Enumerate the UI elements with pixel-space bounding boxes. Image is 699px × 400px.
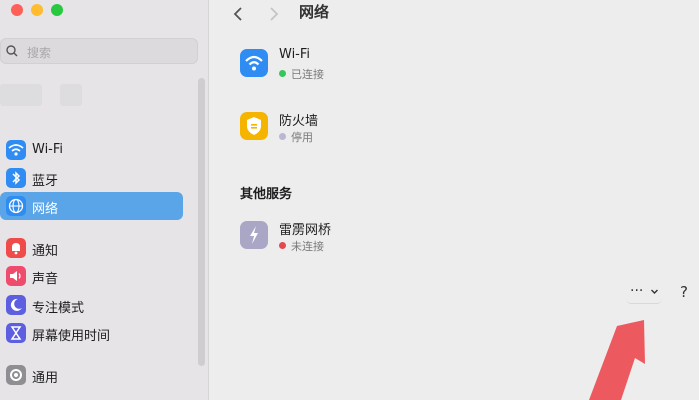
service-name: Wi-Fi (279, 47, 311, 62)
sidebar-item-label: 声音 (32, 272, 59, 287)
sidebar-item-screen-time[interactable]: 屏幕使用时间 (0, 319, 183, 347)
hourglass-icon (6, 323, 26, 343)
bluetooth-icon (6, 168, 26, 188)
zoom-window-button[interactable] (51, 4, 63, 16)
main-content: 网络 Wi-Fi 已连接 防火墙 停用 其他服务 雷雳网桥 未连接 ··· ? (209, 0, 699, 400)
ellipsis-icon: ··· (630, 283, 644, 299)
sidebar-item-focus[interactable]: 专注模式 (0, 291, 183, 319)
sidebar-item-wifi[interactable]: Wi-Fi (0, 136, 183, 164)
service-name: 防火墙 (279, 114, 319, 129)
sidebar-item-label: 通知 (32, 244, 59, 259)
service-name: 雷雳网桥 (279, 223, 332, 238)
chevron-down-icon (651, 289, 658, 294)
page-title: 网络 (299, 3, 330, 21)
wifi-icon (6, 140, 26, 160)
sidebar-item-sound[interactable]: 声音 (0, 262, 183, 290)
service-row-firewall[interactable]: 防火墙 停用 (239, 110, 689, 156)
minimize-window-button[interactable] (31, 4, 43, 16)
sidebar-item-bluetooth[interactable]: 蓝牙 (0, 164, 183, 192)
service-status: 未连接 (291, 240, 324, 253)
service-row-thunderbolt-bridge[interactable]: 雷雳网桥 未连接 (239, 219, 689, 265)
annotation-arrow-icon (589, 320, 645, 400)
gear-icon (6, 365, 26, 385)
sidebar-item-network[interactable]: 网络 (0, 192, 183, 220)
globe-icon (6, 196, 26, 216)
search-icon (6, 45, 18, 57)
forward-chevron-icon[interactable] (267, 2, 281, 26)
close-window-button[interactable] (11, 4, 23, 16)
sidebar: 搜索 Wi-Fi 蓝牙 网络 通知 声音 专注模式 屏幕使用时间 通用 (0, 0, 209, 400)
sidebar-item-general[interactable]: 通用 (0, 361, 183, 389)
bell-icon (6, 238, 26, 258)
thunderbolt-icon (240, 221, 268, 249)
status-dot (279, 242, 286, 249)
section-title-other-services: 其他服务 (240, 187, 293, 202)
sidebar-item-label: 屏幕使用时间 (32, 329, 111, 344)
sidebar-item-label: Wi-Fi (32, 142, 64, 157)
account-name[interactable] (60, 84, 82, 106)
service-row-wifi[interactable]: Wi-Fi 已连接 (239, 47, 689, 93)
sidebar-item-notifications[interactable]: 通知 (0, 234, 183, 262)
service-status: 停用 (291, 131, 313, 144)
sidebar-item-label: 蓝牙 (32, 174, 59, 189)
moon-icon (6, 295, 26, 315)
sidebar-item-label: 网络 (32, 202, 59, 217)
service-status: 已连接 (291, 68, 324, 81)
status-dot (279, 70, 286, 77)
speaker-icon (6, 266, 26, 286)
firewall-shield-icon (240, 112, 268, 140)
sidebar-item-label: 通用 (32, 371, 59, 386)
help-button[interactable]: ? (680, 283, 688, 301)
search-placeholder: 搜索 (27, 46, 52, 60)
status-dot (279, 133, 286, 140)
back-chevron-icon[interactable] (231, 2, 245, 26)
sidebar-scrollbar[interactable] (198, 78, 205, 366)
sidebar-item-label: 专注模式 (32, 301, 85, 316)
account-avatar[interactable] (0, 84, 42, 106)
wifi-icon (240, 49, 268, 77)
search-input[interactable]: 搜索 (0, 38, 198, 64)
